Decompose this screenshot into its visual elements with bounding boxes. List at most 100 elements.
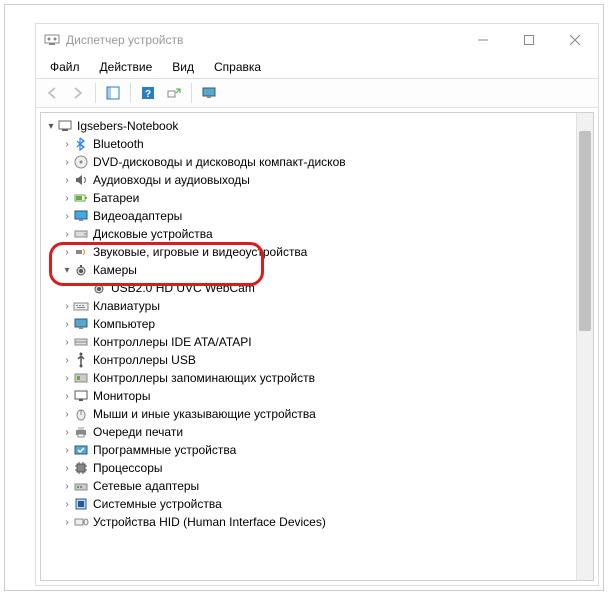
- menu-help[interactable]: Справка: [206, 58, 269, 76]
- show-hide-console-button[interactable]: [101, 81, 125, 105]
- chevron-right-icon[interactable]: ›: [61, 247, 73, 258]
- battery-icon: [73, 190, 89, 206]
- system-icon: [73, 496, 89, 512]
- audio-icon: [73, 172, 89, 188]
- network-icon: [73, 478, 89, 494]
- device-tree: ▾ Igsebers-Notebook › Bluetooth ›DVD-дисково…: [41, 113, 576, 531]
- chevron-down-icon[interactable]: ▾: [61, 265, 73, 276]
- category-label: Аудиовходы и аудиовыходы: [93, 173, 250, 187]
- chevron-right-icon[interactable]: ›: [61, 211, 73, 222]
- vertical-scrollbar[interactable]: [576, 113, 593, 580]
- minimize-button[interactable]: [460, 24, 506, 56]
- chevron-right-icon[interactable]: ›: [61, 427, 73, 438]
- close-button[interactable]: [552, 24, 598, 56]
- category-label: Мыши и иные указывающие устройства: [93, 407, 316, 421]
- tree-device[interactable]: USB2.0 HD UVC WebCam: [45, 279, 576, 297]
- computer-icon: [73, 316, 89, 332]
- chevron-right-icon[interactable]: ›: [61, 445, 73, 456]
- category-label: Контроллеры IDE ATA/ATAPI: [93, 335, 252, 349]
- titlebar: Диспетчер устройств: [36, 24, 598, 56]
- category-label: Контроллеры запоминающих устройств: [93, 371, 315, 385]
- chevron-right-icon[interactable]: ›: [61, 337, 73, 348]
- tree-category[interactable]: › Компьютер: [45, 315, 576, 333]
- category-label: Сетевые адаптеры: [93, 479, 199, 493]
- tree-category[interactable]: › Мыши и иные указывающие устройства: [45, 405, 576, 423]
- chevron-right-icon[interactable]: ›: [61, 319, 73, 330]
- computer-icon: [57, 118, 73, 134]
- tree-category[interactable]: › Контроллеры USB: [45, 351, 576, 369]
- svg-text:?: ?: [145, 89, 151, 100]
- tree-category[interactable]: › Сетевые адаптеры: [45, 477, 576, 495]
- usb-icon: [73, 352, 89, 368]
- printer-icon: [73, 424, 89, 440]
- back-button[interactable]: [40, 81, 64, 105]
- window-title: Диспетчер устройств: [66, 33, 460, 47]
- chevron-down-icon[interactable]: ▾: [45, 121, 57, 132]
- chevron-right-icon[interactable]: ›: [61, 355, 73, 366]
- category-label: Клавиатуры: [93, 299, 160, 313]
- category-label: Устройства HID (Human Interface Devices): [93, 515, 326, 529]
- camera-icon: [73, 262, 89, 278]
- toolbar-separator: [130, 83, 131, 103]
- maximize-button[interactable]: [506, 24, 552, 56]
- scrollbar-thumb[interactable]: [579, 131, 591, 331]
- category-label: Компьютер: [93, 317, 155, 331]
- category-label: Процессоры: [93, 461, 163, 475]
- category-label: Bluetooth: [93, 137, 144, 151]
- tree-category[interactable]: › Аудиовходы и аудиовыходы: [45, 171, 576, 189]
- app-icon: [44, 32, 60, 48]
- tree-category[interactable]: › Контроллеры IDE ATA/ATAPI: [45, 333, 576, 351]
- tree-category[interactable]: › Bluetooth: [45, 135, 576, 153]
- monitors-button[interactable]: [197, 81, 221, 105]
- chevron-right-icon[interactable]: ›: [61, 463, 73, 474]
- chevron-right-icon[interactable]: ›: [61, 373, 73, 384]
- category-label: Звуковые, игровые и видеоустройства: [93, 245, 307, 259]
- category-label: Батареи: [93, 191, 139, 205]
- keyboard-icon: [73, 298, 89, 314]
- tree-category[interactable]: ›DVD-дисководы и дисководы компакт-диско…: [45, 153, 576, 171]
- category-label: Камеры: [93, 263, 137, 277]
- tree-category[interactable]: › Мониторы: [45, 387, 576, 405]
- chevron-right-icon[interactable]: ›: [61, 175, 73, 186]
- tree-category[interactable]: › Контроллеры запоминающих устройств: [45, 369, 576, 387]
- chevron-right-icon[interactable]: ›: [61, 499, 73, 510]
- menu-view[interactable]: Вид: [164, 58, 202, 76]
- software-icon: [73, 442, 89, 458]
- chevron-right-icon[interactable]: ›: [61, 229, 73, 240]
- forward-button[interactable]: [66, 81, 90, 105]
- chevron-right-icon[interactable]: ›: [61, 481, 73, 492]
- chevron-right-icon[interactable]: ›: [61, 301, 73, 312]
- tree-category[interactable]: › Процессоры: [45, 459, 576, 477]
- tree-category[interactable]: › Клавиатуры: [45, 297, 576, 315]
- chevron-right-icon[interactable]: ›: [61, 193, 73, 204]
- help-button[interactable]: ?: [136, 81, 160, 105]
- tree-category[interactable]: ›Программные устройства: [45, 441, 576, 459]
- scan-hardware-button[interactable]: [162, 81, 186, 105]
- tree-category[interactable]: ›Видеоадаптеры: [45, 207, 576, 225]
- mouse-icon: [73, 406, 89, 422]
- tree-category[interactable]: ›Дисковые устройства: [45, 225, 576, 243]
- window-controls: [460, 24, 598, 56]
- cdrom-icon: [73, 154, 89, 170]
- tree-category[interactable]: › Батареи: [45, 189, 576, 207]
- menu-action[interactable]: Действие: [92, 58, 161, 76]
- storage-icon: [73, 370, 89, 386]
- category-label: Контроллеры USB: [93, 353, 196, 367]
- menu-file[interactable]: Файл: [42, 58, 88, 76]
- tree-root-node[interactable]: ▾ Igsebers-Notebook: [45, 117, 576, 135]
- chevron-right-icon[interactable]: ›: [61, 139, 73, 150]
- tree-category[interactable]: › Звуковые, игровые и видеоустройства: [45, 243, 576, 261]
- chevron-right-icon[interactable]: ›: [61, 391, 73, 402]
- tree-category[interactable]: ›Очереди печати: [45, 423, 576, 441]
- chevron-right-icon[interactable]: ›: [61, 409, 73, 420]
- chevron-right-icon[interactable]: ›: [61, 517, 73, 528]
- tree-category[interactable]: ▾ Камеры: [45, 261, 576, 279]
- chevron-right-icon[interactable]: ›: [61, 157, 73, 168]
- tree-category[interactable]: ›Системные устройства: [45, 495, 576, 513]
- cpu-icon: [73, 460, 89, 476]
- sound-icon: [73, 244, 89, 260]
- toolbar-separator: [191, 83, 192, 103]
- category-label: Мониторы: [93, 389, 150, 403]
- root-label: Igsebers-Notebook: [77, 119, 178, 133]
- tree-category[interactable]: › Устройства HID (Human Interface Devices…: [45, 513, 576, 531]
